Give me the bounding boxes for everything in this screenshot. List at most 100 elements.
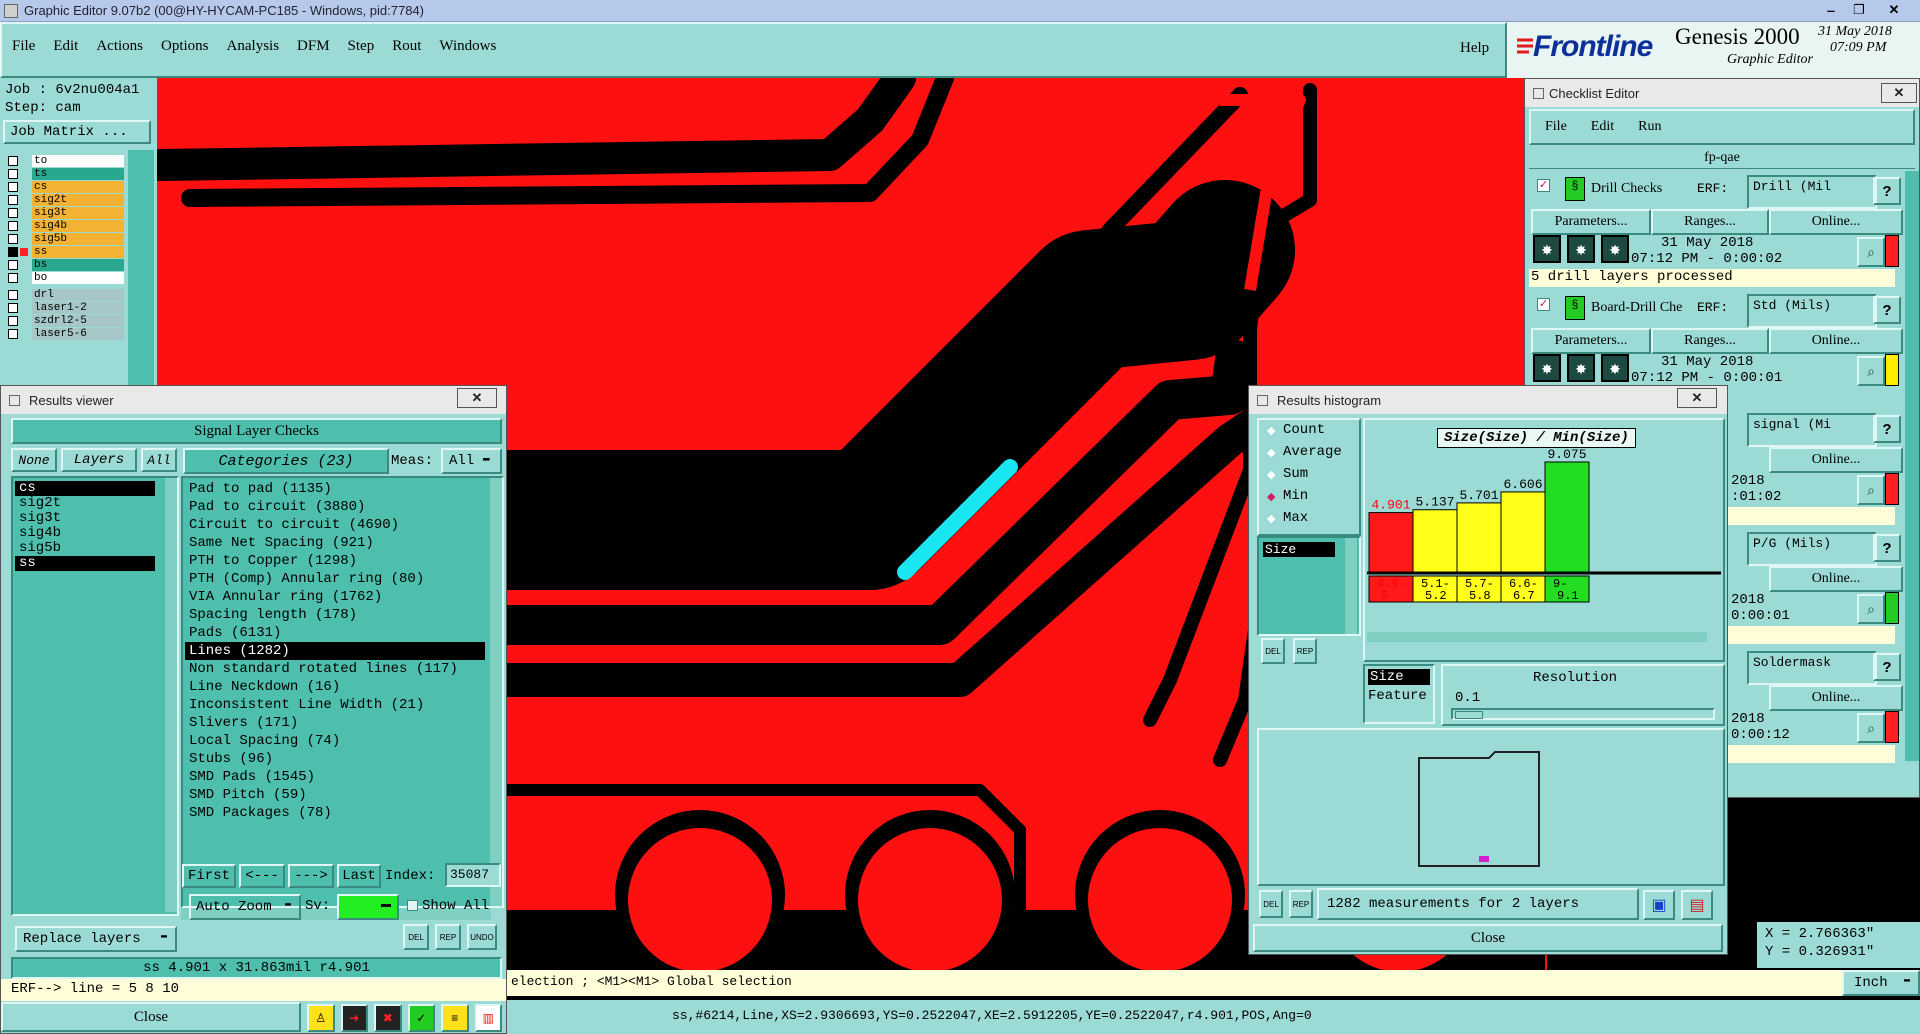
layer-name[interactable]: sig3t [32, 207, 124, 219]
histogram-select-icon[interactable]: ▤ [1681, 890, 1713, 920]
viewer-layer-scrollbar[interactable] [165, 478, 177, 912]
layer-row[interactable]: laser1-2 [6, 302, 124, 315]
erf-value[interactable]: P/G (Mils) [1747, 532, 1877, 566]
first-button[interactable]: First [182, 864, 236, 888]
drill-run-icon[interactable]: ✸ [1533, 235, 1561, 263]
layer-checkbox[interactable] [8, 234, 18, 244]
check-run-icon[interactable]: § [1565, 177, 1585, 201]
layer-row[interactable]: sig2t [6, 194, 124, 207]
zoom-icon[interactable]: ⌕ [1857, 237, 1885, 267]
checklist-menu-file[interactable]: File [1545, 119, 1567, 135]
show-all-checkbox[interactable] [407, 900, 418, 911]
parameters-button[interactable]: Parameters... [1531, 209, 1651, 235]
radio-icon[interactable]: ◆ [1267, 446, 1275, 459]
category-item[interactable]: PTH to Copper (1298) [185, 552, 485, 570]
layer-checkbox[interactable] [8, 273, 18, 283]
layer-checkbox[interactable] [8, 303, 18, 313]
histogram-list[interactable]: Size [1257, 536, 1361, 636]
category-item[interactable]: Pad to pad (1135) [185, 480, 485, 498]
layer-name[interactable]: to [32, 155, 124, 167]
axis-selector[interactable]: Size Feature [1363, 664, 1435, 724]
help-icon[interactable]: ? [1873, 296, 1901, 324]
axis-feature[interactable]: Feature [1368, 688, 1430, 704]
layer-row[interactable]: bo [6, 272, 124, 285]
category-item[interactable]: Pads (6131) [185, 624, 485, 642]
layer-checkbox[interactable] [8, 195, 18, 205]
layer-row[interactable]: ss [6, 246, 124, 259]
drill-layer-icon[interactable]: ✸ [1601, 235, 1629, 263]
radio-icon[interactable]: ◆ [1267, 468, 1275, 481]
category-item[interactable]: SMD Pitch (59) [185, 786, 485, 804]
axis-size[interactable]: Size [1368, 669, 1430, 685]
tool-report-icon[interactable]: ≡ [441, 1004, 469, 1032]
layer-name[interactable]: laser1-2 [32, 302, 124, 314]
erf-value[interactable]: Soldermask [1747, 651, 1877, 685]
histogram-option[interactable]: ◆ Average [1259, 442, 1359, 464]
viewer-layer-list[interactable]: cs sig2t sig3t sig4b sig5b ss [11, 476, 179, 916]
layer-name[interactable]: cs [32, 181, 124, 193]
histogram-bar[interactable] [1500, 491, 1546, 573]
zoom-icon[interactable]: ⌕ [1857, 713, 1885, 743]
zoom-icon[interactable]: ⌕ [1857, 594, 1885, 624]
category-item[interactable]: SMD Pads (1545) [185, 768, 485, 786]
summary-del-icon[interactable]: DEL [1259, 890, 1283, 918]
layer-name[interactable]: sig5b [32, 233, 124, 245]
category-item[interactable]: Slivers (171) [185, 714, 485, 732]
erf-value[interactable]: Std (Mils) [1747, 294, 1877, 328]
menu-dfm[interactable]: DFM [297, 38, 330, 62]
layer-name[interactable]: ts [32, 168, 124, 180]
category-item[interactable]: Inconsistent Line Width (21) [185, 696, 485, 714]
histogram-option[interactable]: ◆ Max [1259, 508, 1359, 530]
check-enabled-icon[interactable]: ✓ [1537, 179, 1550, 192]
tool-histogram-icon[interactable]: ▥ [474, 1004, 502, 1032]
layer-checkbox[interactable] [8, 329, 18, 339]
layer-checkbox[interactable] [8, 182, 18, 192]
layer-checkbox[interactable] [8, 247, 18, 257]
checklist-scrollbar[interactable] [1905, 171, 1919, 761]
histogram-option[interactable]: ◆ Min [1259, 486, 1359, 508]
help-icon[interactable]: ? [1873, 415, 1901, 443]
tool-cross-icon[interactable]: ✖ [374, 1004, 402, 1032]
checklist-menu-edit[interactable]: Edit [1591, 119, 1614, 135]
summary-rep-icon[interactable]: REP [1289, 890, 1313, 918]
auto-zoom-dropdown[interactable]: Auto Zoom ▬ [189, 894, 301, 920]
layer-row[interactable]: drl [6, 289, 124, 302]
histogram-bar[interactable] [1368, 512, 1414, 573]
categories-label[interactable]: Categories (23) [183, 448, 389, 474]
layer-name[interactable]: bs [32, 259, 124, 271]
category-item[interactable]: Spacing length (178) [185, 606, 485, 624]
histogram-chart[interactable]: 4.9014.9-55.1375.1-5.25.7015.7-5.86.6066… [1365, 420, 1723, 660]
rep-icon[interactable]: REP [435, 924, 461, 950]
restore-icon[interactable]: ❐ [1846, 0, 1872, 20]
menu-step[interactable]: Step [348, 38, 375, 62]
layer-checkbox[interactable] [8, 169, 18, 179]
category-item[interactable]: Pad to circuit (3880) [185, 498, 485, 516]
layer-row[interactable]: sig5b [6, 233, 124, 246]
checklist-close-icon[interactable]: ✕ [1881, 83, 1917, 103]
layer-row[interactable]: szdrl2-5 [6, 315, 124, 328]
results-viewer-close-button[interactable]: Close [1, 1002, 301, 1032]
layer-list-scrollbar[interactable] [128, 150, 154, 390]
category-item[interactable]: Line Neckdown (16) [185, 678, 485, 696]
layer-checkbox[interactable] [8, 208, 18, 218]
ranges-button[interactable]: Ranges... [1651, 328, 1769, 354]
tool-arrow-icon[interactable]: ➜ [340, 1004, 368, 1032]
histogram-option[interactable]: ◆ Count [1259, 420, 1359, 442]
drill-run-icon[interactable]: ✸ [1533, 354, 1561, 382]
layer-row[interactable]: ts [6, 168, 124, 181]
category-item[interactable]: Lines (1282) [185, 642, 485, 660]
units-dropdown[interactable]: Inch ▬ [1842, 970, 1920, 996]
ranges-button[interactable]: Ranges... [1651, 209, 1769, 235]
menu-file[interactable]: File [12, 38, 35, 62]
category-item[interactable]: Stubs (96) [185, 750, 485, 768]
drill-layer-icon[interactable]: ✸ [1601, 354, 1629, 382]
layer-name[interactable]: bo [32, 272, 124, 284]
check-run-icon[interactable]: § [1565, 296, 1585, 320]
online-button[interactable]: Online... [1769, 566, 1903, 592]
layer-checkbox[interactable] [8, 156, 18, 166]
menu-rout[interactable]: Rout [392, 38, 421, 62]
radio-icon[interactable]: ◆ [1267, 512, 1275, 525]
undo-icon[interactable]: UNDO [467, 924, 497, 950]
last-button[interactable]: Last [337, 864, 381, 888]
erf-value[interactable]: signal (Mi [1747, 413, 1877, 447]
